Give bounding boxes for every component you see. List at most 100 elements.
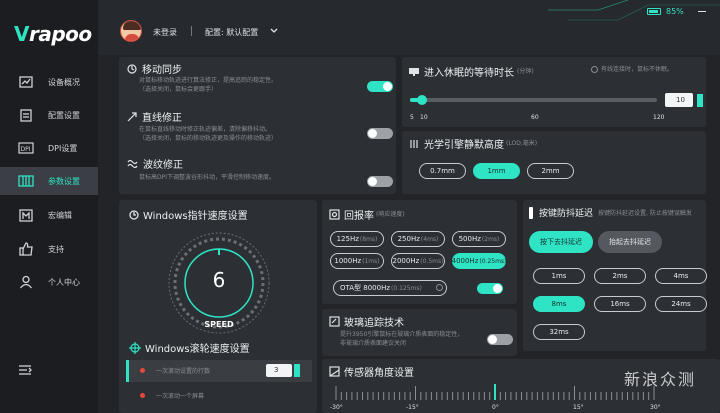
ota-info-icon[interactable] [436, 284, 443, 291]
glass-note: 非玻璃介质表面建议关闭 [340, 340, 407, 347]
sleep-title: 进入休眠的等待时长 (分钟) [409, 64, 534, 79]
glass-icon [329, 316, 340, 327]
wheel-option-screen[interactable]: 一次滚动一个屏幕 [156, 392, 204, 401]
sidebar-item-dpi[interactable]: DPI DPI设置 [0, 134, 98, 162]
sidebar-item-config[interactable]: 配置设置 [0, 101, 98, 129]
debounce-24ms[interactable]: 24ms [655, 296, 707, 312]
info-icon [591, 66, 598, 73]
rate-250hz[interactable]: 250Hz (4ms) [391, 231, 445, 247]
angle-title: 传感器角度设置 [329, 364, 414, 379]
straight-desc: 在鼠标直线移动时修正轨迹偏差，清除偏移抖动。 [139, 126, 272, 133]
lod-icon [410, 139, 418, 148]
ripple-desc: 鼠标高DPI下调整波谷形抖动，平滑控制移动速度。 [139, 174, 276, 181]
sleep-tick-120: 120 [653, 114, 665, 121]
report-rate-title: 回报率 (响应速度) [329, 207, 405, 222]
lod-option-1mm[interactable]: 1mm [473, 163, 520, 179]
straight-title: 直线修正 [127, 109, 182, 124]
rate-1000hz[interactable]: 1000Hz (1ms) [330, 253, 384, 269]
chevron-down-icon[interactable] [270, 27, 278, 37]
tab-release-debounce[interactable]: 抬起去抖延迟 [598, 231, 662, 253]
debounce-4ms[interactable]: 4ms [655, 268, 707, 284]
avatar[interactable] [120, 20, 142, 42]
sync-title: 移动同步 [127, 61, 182, 76]
wheel-option-lines[interactable]: 一次滚动设置的行数 3 [126, 360, 312, 382]
wave-icon [127, 159, 138, 168]
params-icon [18, 173, 34, 189]
lod-option-0.7mm[interactable]: 0.7mm [419, 163, 466, 179]
svg-text:DPI: DPI [21, 146, 31, 153]
angle-slider[interactable] [334, 382, 656, 400]
sleep-slider[interactable] [410, 95, 657, 105]
rate-125hz[interactable]: 125Hz (8ms) [330, 231, 384, 247]
minimize-button[interactable] [698, 11, 706, 12]
angle-tick-neg30: -30° [330, 404, 343, 411]
sidebar-item-overview[interactable]: 设备概况 [0, 68, 98, 96]
sleep-value-input[interactable]: 10 [665, 93, 693, 107]
decorative-lines [548, 0, 720, 21]
ripple-toggle[interactable] [367, 176, 393, 187]
sleep-hint: 有线连接时，鼠标不休眠。 [601, 66, 674, 73]
ota-toggle[interactable] [477, 283, 503, 294]
login-status[interactable]: 未登录 [153, 27, 177, 38]
debounce-hint: 按键防抖延迟设置, 防止按键误触发 [598, 210, 692, 217]
radio-selected-icon [140, 368, 145, 373]
straight-line-icon [127, 111, 137, 121]
sync-toggle[interactable] [367, 81, 393, 92]
rate-icon [329, 209, 340, 220]
rate-500hz[interactable]: 500Hz (2ms) [452, 231, 506, 247]
rate-8000hz-ota[interactable]: OTA型 8000Hz (0.125ms) [333, 280, 447, 296]
glass-title: 玻璃追踪技术 [329, 314, 404, 329]
sidebar-item-params[interactable]: 参数设置 [0, 167, 98, 195]
debounce-1ms[interactable]: 1ms [533, 268, 585, 284]
clock-icon [129, 209, 139, 220]
rapoo-logo: Vrapoo [14, 22, 92, 46]
chart-icon [18, 74, 34, 90]
sync-note: （选择关闭，鼠标会更跟手） [139, 86, 218, 93]
rate-2000hz[interactable]: 2000Hz (0.5ms) [391, 253, 445, 269]
angle-tick-neg15: -15° [406, 404, 419, 411]
tab-press-debounce[interactable]: 按下去抖延迟 [529, 231, 593, 253]
debounce-16ms[interactable]: 16ms [594, 296, 646, 312]
straight-toggle[interactable] [367, 128, 393, 139]
glass-desc: 提升3950引擎鼠标在玻璃介质表面的稳定性， [340, 331, 464, 338]
sync-icon [127, 63, 137, 74]
debounce-title: 按键防抖延迟 [529, 206, 593, 219]
angle-icon [329, 366, 340, 377]
glass-toggle[interactable] [487, 334, 513, 345]
wheel-lines-input[interactable]: 3 [266, 364, 292, 377]
sidebar: Vrapoo 设备概况 配置设置 DPI DPI设置 参数设置 宏编辑 支持 个… [0, 0, 98, 413]
wheel-stepper[interactable] [294, 364, 300, 377]
user-icon [18, 274, 34, 290]
divider [191, 26, 192, 36]
debounce-32ms[interactable]: 32ms [533, 324, 585, 340]
speed-label: SPEED [204, 320, 234, 329]
sleep-stepper[interactable] [697, 94, 703, 107]
angle-tick-30: 30° [650, 404, 661, 411]
config-icon [18, 107, 34, 123]
speed-title: Windows指针速度设置 [129, 207, 248, 222]
angle-tick-0: 0° [492, 404, 499, 411]
ripple-title: 波纹修正 [127, 156, 183, 171]
wheel-title: Windows滚轮速度设置 [129, 340, 250, 355]
debounce-8ms[interactable]: 8ms [533, 296, 585, 312]
speed-value: 6 [212, 268, 226, 292]
sidebar-item-support[interactable]: 支持 [0, 235, 98, 263]
radio-unselected-icon[interactable] [140, 393, 145, 398]
sleep-tick-5: 5 [410, 114, 414, 121]
profile-label[interactable]: 配置: 默认配置 [205, 27, 258, 38]
lod-option-2mm[interactable]: 2mm [527, 163, 574, 179]
wheel-icon [129, 341, 141, 354]
sleep-tick-60: 60 [531, 114, 539, 121]
rate-4000hz[interactable]: 4000Hz (0.25ms) [452, 253, 506, 269]
debounce-2ms[interactable]: 2ms [594, 268, 646, 284]
straight-note: （选择关闭，鼠标的移动轨迹更及操作的移动轨迹） [139, 135, 278, 142]
lod-title: 光学引擎静默高度 (LOD,毫米) [409, 136, 537, 151]
sleep-tick-10: 10 [420, 114, 428, 121]
angle-tick-15: 15° [573, 404, 584, 411]
sidebar-item-macro[interactable]: 宏编辑 [0, 201, 98, 229]
battery-level: 85% [666, 7, 684, 16]
macro-icon [18, 207, 34, 223]
collapse-menu-icon[interactable] [18, 364, 32, 379]
sidebar-item-profile[interactable]: 个人中心 [0, 268, 98, 296]
thumbs-up-icon [18, 241, 34, 257]
